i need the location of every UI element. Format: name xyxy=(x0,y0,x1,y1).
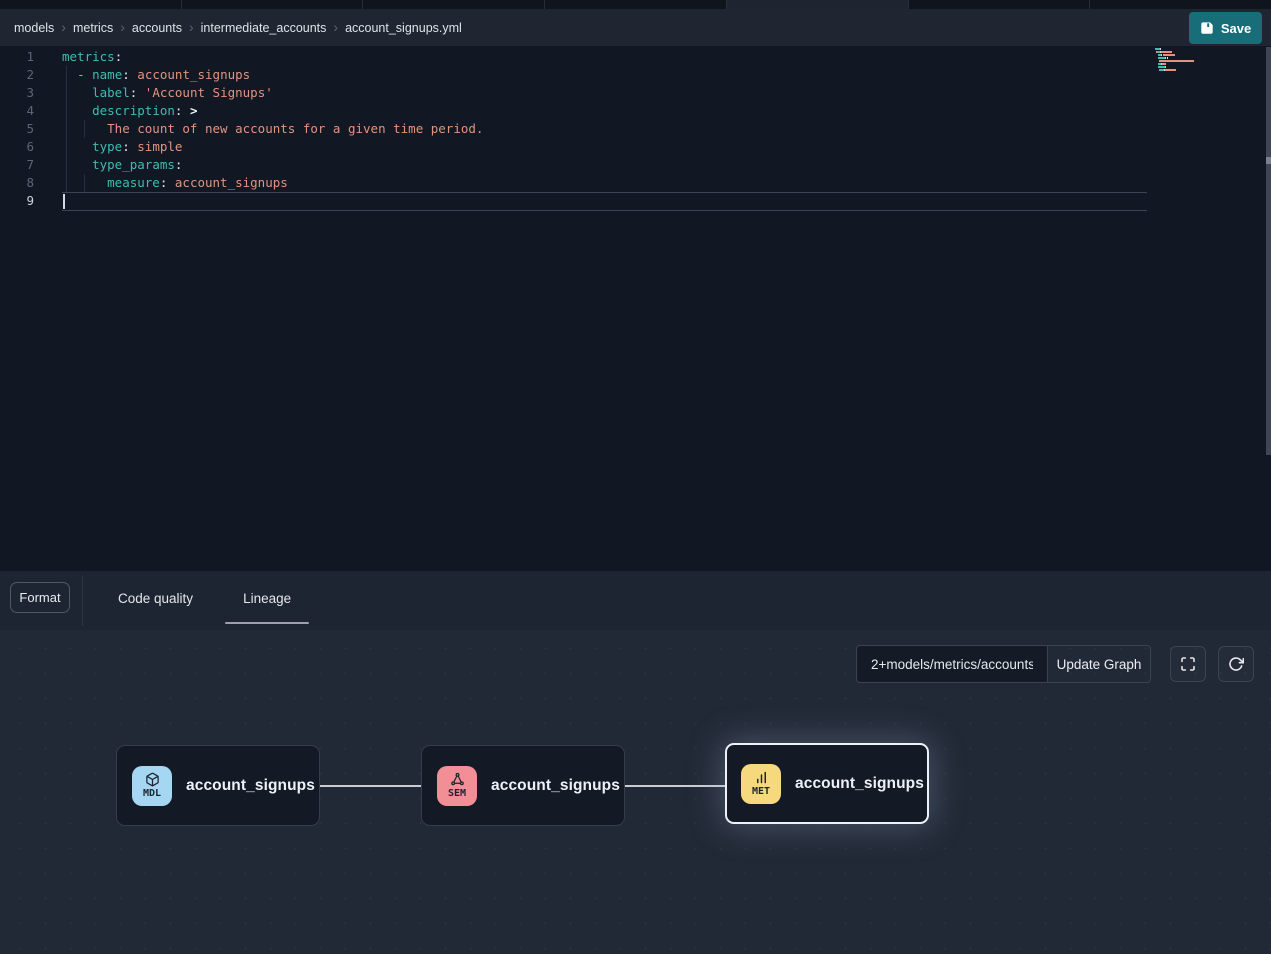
node-type-label: MET xyxy=(752,786,770,797)
minimap-line xyxy=(1155,63,1219,65)
breadcrumb-item[interactable]: accounts xyxy=(132,21,182,35)
breadcrumb-item[interactable]: intermediate_accounts xyxy=(201,21,327,35)
minimap-line xyxy=(1155,72,1219,74)
line-number: 9 xyxy=(0,192,34,210)
save-button-label: Save xyxy=(1221,21,1251,36)
code-line: type: simple xyxy=(62,138,1147,156)
panel-divider xyxy=(82,575,83,626)
file-header: models › metrics › accounts › intermediate_acc… xyxy=(0,9,1271,46)
code-line: measure: account_signups xyxy=(62,174,1147,192)
line-number: 5 xyxy=(0,120,34,138)
window-tabs-strip xyxy=(0,0,1271,9)
update-graph-button[interactable]: Update Graph xyxy=(1047,645,1151,683)
code-line: type_params: xyxy=(62,156,1147,174)
window-tab[interactable] xyxy=(545,0,726,9)
lineage-node-sem[interactable]: SEM account_signups xyxy=(421,745,625,826)
minimap-line xyxy=(1155,60,1219,62)
metric-chart-icon xyxy=(754,770,769,785)
line-number: 6 xyxy=(0,138,34,156)
code-line: description: > xyxy=(62,102,1147,120)
line-number: 2 xyxy=(0,66,34,84)
minimap-line xyxy=(1155,57,1219,59)
code-line: The count of new accounts for a given ti… xyxy=(62,120,1147,138)
editor-gutter: 123456789 xyxy=(0,48,34,210)
lineage-node-met[interactable]: MET account_signups xyxy=(725,743,929,824)
model-cube-icon xyxy=(145,772,160,787)
tab-label: Code quality xyxy=(118,591,193,606)
semantic-model-icon xyxy=(450,772,465,787)
line-number: 7 xyxy=(0,156,34,174)
window-tab[interactable] xyxy=(1090,0,1271,9)
minimap-line xyxy=(1155,48,1219,50)
panel-tabs: Code quality Lineage xyxy=(100,575,309,621)
code-line: - name: account_signups xyxy=(62,66,1147,84)
minimap-line xyxy=(1155,69,1219,71)
minimap-line xyxy=(1155,54,1219,56)
refresh-icon xyxy=(1228,656,1244,672)
node-title: account_signups xyxy=(491,777,620,795)
lineage-controls: Update Graph xyxy=(856,645,1254,683)
tab-code-quality[interactable]: Code quality xyxy=(100,575,211,621)
window-tab[interactable] xyxy=(727,0,908,9)
node-title: account_signups xyxy=(795,775,924,793)
fullscreen-button[interactable] xyxy=(1170,646,1206,682)
code-content[interactable]: metrics: - name: account_signups label: … xyxy=(62,48,1147,210)
lineage-edge xyxy=(625,785,726,787)
breadcrumb-item[interactable]: metrics xyxy=(73,21,113,35)
code-line: metrics: xyxy=(62,48,1147,66)
floppy-disk-icon xyxy=(1200,21,1214,35)
window-tab[interactable] xyxy=(909,0,1090,9)
minimap[interactable] xyxy=(1155,48,1219,75)
breadcrumb-chevron-icon: › xyxy=(61,20,66,34)
node-title: account_signups xyxy=(186,777,315,795)
maximize-icon xyxy=(1180,656,1196,672)
code-line xyxy=(62,192,1147,210)
node-type-label: MDL xyxy=(143,788,161,799)
window-tab[interactable] xyxy=(0,0,181,9)
bottom-panel-bar: Format Code quality Lineage xyxy=(0,571,1271,630)
tab-label: Lineage xyxy=(243,591,291,606)
ide-window: models › metrics › accounts › intermediate_acc… xyxy=(0,0,1271,954)
line-number: 3 xyxy=(0,84,34,102)
breadcrumb-chevron-icon: › xyxy=(333,20,338,34)
lineage-canvas[interactable]: Update Graph MDLacc xyxy=(0,630,1271,954)
breadcrumb-item[interactable]: models xyxy=(14,21,54,35)
breadcrumb-chevron-icon: › xyxy=(189,20,194,34)
line-number: 1 xyxy=(0,48,34,66)
node-type-badge: MDL xyxy=(132,766,172,806)
breadcrumb: models › metrics › accounts › intermediate_acc… xyxy=(14,21,462,35)
format-button[interactable]: Format xyxy=(10,582,70,613)
line-number: 8 xyxy=(0,174,34,192)
node-type-badge: SEM xyxy=(437,766,477,806)
window-tab[interactable] xyxy=(363,0,544,9)
editor-scrollbar[interactable] xyxy=(1266,47,1271,455)
lineage-node-mdl[interactable]: MDL account_signups xyxy=(116,745,320,826)
node-type-label: SEM xyxy=(448,788,466,799)
breadcrumb-chevron-icon: › xyxy=(120,20,125,34)
minimap-line xyxy=(1155,66,1219,68)
node-type-badge: MET xyxy=(741,764,781,804)
window-tab[interactable] xyxy=(182,0,363,9)
tab-lineage[interactable]: Lineage xyxy=(225,575,309,621)
active-tab-underline xyxy=(225,622,309,625)
refresh-graph-button[interactable] xyxy=(1218,646,1254,682)
minimap-line xyxy=(1155,51,1219,53)
code-editor[interactable]: 123456789 metrics: - name: account_signu… xyxy=(0,46,1271,571)
breadcrumb-item[interactable]: account_signups.yml xyxy=(345,21,462,35)
save-button[interactable]: Save xyxy=(1189,12,1262,44)
line-number: 4 xyxy=(0,102,34,120)
code-line: label: 'Account Signups' xyxy=(62,84,1147,102)
lineage-edge xyxy=(320,785,421,787)
scrollbar-marker xyxy=(1266,157,1271,164)
lineage-selector-input[interactable] xyxy=(856,645,1047,683)
